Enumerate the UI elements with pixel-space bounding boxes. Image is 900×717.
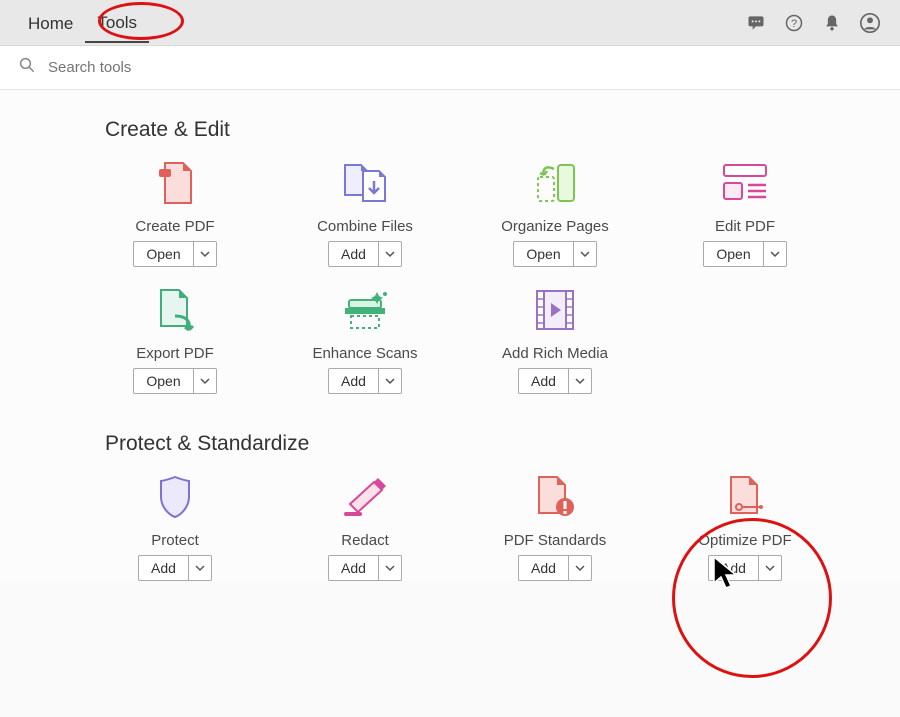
- tool-label: Enhance Scans: [312, 345, 417, 362]
- search-input[interactable]: [48, 59, 348, 76]
- tool-optimize-pdf[interactable]: Optimize PDF Add: [650, 472, 840, 581]
- tool-label: Protect: [151, 532, 199, 549]
- tool-label: Optimize PDF: [698, 532, 791, 549]
- tool-add-rich-media[interactable]: Add Rich Media Add: [460, 285, 650, 394]
- section-protect-standardize: Protect & Standardize: [105, 432, 900, 456]
- dropdown-arrow[interactable]: [379, 369, 401, 393]
- tab-tools[interactable]: Tools: [85, 3, 149, 43]
- bell-icon[interactable]: [818, 9, 846, 37]
- edit-pdf-icon: [717, 158, 773, 208]
- tool-enhance-scans[interactable]: Enhance Scans Add: [270, 285, 460, 394]
- split-button: Add: [518, 555, 592, 581]
- tool-pdf-standards[interactable]: PDF Standards Add: [460, 472, 650, 581]
- split-button: Open: [133, 241, 216, 267]
- tools-pane: Create & Edit Create PDF Open Combine Fi…: [0, 90, 900, 581]
- grid-protect-standardize: Protect Add Redact Add PDF Standards Add: [80, 472, 900, 581]
- comment-icon[interactable]: [742, 9, 770, 37]
- protect-icon: [147, 472, 203, 522]
- add-button[interactable]: Add: [139, 556, 189, 580]
- search-bar: [0, 46, 900, 90]
- dropdown-arrow[interactable]: [574, 242, 596, 266]
- dropdown-arrow[interactable]: [379, 242, 401, 266]
- tool-create-pdf[interactable]: Create PDF Open: [80, 158, 270, 267]
- tool-label: Edit PDF: [715, 218, 775, 235]
- svg-text:?: ?: [791, 17, 797, 29]
- add-button[interactable]: Add: [329, 242, 379, 266]
- add-button[interactable]: Add: [709, 556, 759, 580]
- tool-redact[interactable]: Redact Add: [270, 472, 460, 581]
- optimize-pdf-icon: [717, 472, 773, 522]
- dropdown-arrow[interactable]: [194, 369, 216, 393]
- dropdown-arrow[interactable]: [569, 369, 591, 393]
- dropdown-arrow[interactable]: [759, 556, 781, 580]
- tool-label: Organize Pages: [501, 218, 609, 235]
- split-button: Add: [328, 555, 402, 581]
- split-button: Add: [328, 241, 402, 267]
- pdf-standards-icon: [527, 472, 583, 522]
- tab-home[interactable]: Home: [16, 4, 85, 42]
- grid-create-edit: Create PDF Open Combine Files Add Organi…: [80, 158, 900, 394]
- add-rich-media-icon: [527, 285, 583, 335]
- tool-edit-pdf[interactable]: Edit PDF Open: [650, 158, 840, 267]
- add-button[interactable]: Add: [329, 556, 379, 580]
- export-pdf-icon: [147, 285, 203, 335]
- split-button: Add: [708, 555, 782, 581]
- top-nav: Home Tools ?: [0, 0, 900, 46]
- tool-label: Add Rich Media: [502, 345, 608, 362]
- enhance-scans-icon: [337, 285, 393, 335]
- dropdown-arrow[interactable]: [764, 242, 786, 266]
- split-button: Add: [518, 368, 592, 394]
- dropdown-arrow[interactable]: [379, 556, 401, 580]
- tool-protect[interactable]: Protect Add: [80, 472, 270, 581]
- add-button[interactable]: Add: [519, 556, 569, 580]
- open-button[interactable]: Open: [134, 369, 193, 393]
- tool-label: Redact: [341, 532, 389, 549]
- open-button[interactable]: Open: [514, 242, 573, 266]
- combine-files-icon: [337, 158, 393, 208]
- tool-label: Export PDF: [136, 345, 214, 362]
- dropdown-arrow[interactable]: [194, 242, 216, 266]
- dropdown-arrow[interactable]: [189, 556, 211, 580]
- redact-icon: [337, 472, 393, 522]
- open-button[interactable]: Open: [134, 242, 193, 266]
- help-icon[interactable]: ?: [780, 9, 808, 37]
- tool-label: Create PDF: [135, 218, 214, 235]
- split-button: Add: [138, 555, 212, 581]
- split-button: Add: [328, 368, 402, 394]
- dropdown-arrow[interactable]: [569, 556, 591, 580]
- tool-label: PDF Standards: [504, 532, 607, 549]
- tool-combine-files[interactable]: Combine Files Add: [270, 158, 460, 267]
- tool-label: Combine Files: [317, 218, 413, 235]
- add-button[interactable]: Add: [329, 369, 379, 393]
- split-button: Open: [703, 241, 786, 267]
- open-button[interactable]: Open: [704, 242, 763, 266]
- split-button: Open: [513, 241, 596, 267]
- create-pdf-icon: [147, 158, 203, 208]
- tool-organize-pages[interactable]: Organize Pages Open: [460, 158, 650, 267]
- tool-export-pdf[interactable]: Export PDF Open: [80, 285, 270, 394]
- add-button[interactable]: Add: [519, 369, 569, 393]
- organize-pages-icon: [527, 158, 583, 208]
- split-button: Open: [133, 368, 216, 394]
- profile-icon[interactable]: [856, 9, 884, 37]
- section-create-edit: Create & Edit: [105, 118, 900, 142]
- search-icon: [18, 56, 36, 79]
